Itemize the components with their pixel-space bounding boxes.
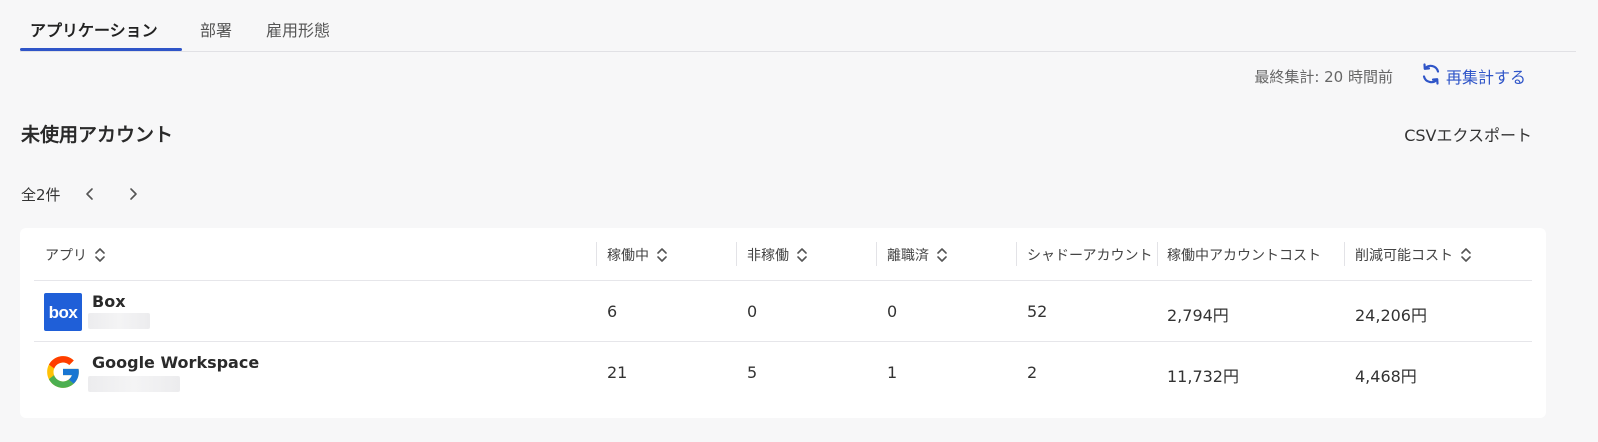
savable-cost: 4,468円 xyxy=(1355,367,1417,386)
sort-icon xyxy=(95,248,105,262)
redacted-text xyxy=(88,313,150,329)
active-account-cost: 2,794円 xyxy=(1167,306,1229,325)
app-name-link[interactable]: Google Workspace xyxy=(92,353,259,372)
column-header-active-account-cost[interactable]: 稼働中アカウントコスト xyxy=(1167,243,1333,267)
active-count: 21 xyxy=(607,363,628,382)
column-header-savable-cost[interactable]: 削減可能コスト xyxy=(1355,243,1473,267)
inactive-count: 0 xyxy=(747,302,758,321)
column-header-active[interactable]: 稼働中 xyxy=(607,243,669,267)
shadow-account-count: 52 xyxy=(1027,302,1048,321)
column-label: 離職済 xyxy=(887,248,929,264)
chevron-left-icon xyxy=(86,188,93,200)
last-aggregated-text: 最終集計: 20 時間前 xyxy=(1254,68,1393,86)
recalculate-button[interactable]: 再集計する xyxy=(1419,63,1526,89)
next-page-button[interactable] xyxy=(123,183,143,205)
chevron-right-icon xyxy=(130,188,137,200)
active-tab-indicator xyxy=(20,48,182,51)
section-title: 未使用アカウント xyxy=(21,124,174,146)
active-count: 6 xyxy=(607,302,618,321)
recalculate-label: 再集計する xyxy=(1445,68,1526,87)
column-label: 稼働中 xyxy=(607,248,649,264)
box-logo-icon: box xyxy=(44,293,82,331)
svg-text:box: box xyxy=(49,303,79,322)
unused-accounts-table: アプリ 稼働中 非稼働 離職済 シャドーアカウント 稼働中アカウントコスト 削減 xyxy=(20,228,1546,418)
result-count: 全2件 xyxy=(21,186,61,204)
table-header: アプリ 稼働中 非稼働 離職済 シャドーアカウント 稼働中アカウントコスト 削減 xyxy=(34,228,1532,281)
sort-icon xyxy=(937,248,947,262)
column-label: シャドーアカウント xyxy=(1027,248,1153,264)
column-header-app[interactable]: アプリ xyxy=(45,243,107,267)
column-divider xyxy=(1344,242,1345,266)
table-row[interactable]: box Box 6 0 0 52 2,794円 24,206円 xyxy=(34,281,1532,342)
left-company-count: 1 xyxy=(887,363,898,382)
column-divider xyxy=(1157,242,1158,266)
column-divider xyxy=(596,242,597,266)
column-header-left-company[interactable]: 離職済 xyxy=(887,243,949,267)
tab-employment-type[interactable]: 雇用形態 xyxy=(266,17,330,41)
column-label: 稼働中アカウントコスト xyxy=(1167,248,1321,264)
table-row[interactable]: Google Workspace 21 5 1 2 11,732円 4,468円 xyxy=(34,342,1532,403)
column-divider xyxy=(1016,242,1017,266)
sort-icon xyxy=(1461,248,1471,262)
savable-cost: 24,206円 xyxy=(1355,306,1427,325)
tab-applications[interactable]: アプリケーション xyxy=(30,17,158,41)
tab-bar: アプリケーション 部署 雇用形態 xyxy=(20,0,1576,52)
csv-export-button[interactable]: CSVエクスポート xyxy=(1404,122,1532,146)
column-divider xyxy=(876,242,877,266)
column-header-shadow-accounts[interactable]: シャドーアカウント xyxy=(1027,243,1157,267)
inactive-count: 5 xyxy=(747,363,758,382)
refresh-icon xyxy=(1419,62,1443,90)
left-company-count: 0 xyxy=(887,302,898,321)
app-name-link[interactable]: Box xyxy=(92,292,126,311)
prev-page-button[interactable] xyxy=(80,183,100,205)
sort-icon xyxy=(657,248,667,262)
column-divider xyxy=(736,242,737,266)
tab-departments[interactable]: 部署 xyxy=(200,17,232,41)
column-label: 非稼働 xyxy=(747,248,789,264)
shadow-account-count: 2 xyxy=(1027,363,1038,382)
column-header-inactive[interactable]: 非稼働 xyxy=(747,243,809,267)
column-label: アプリ xyxy=(45,248,87,264)
sort-icon xyxy=(797,248,807,262)
google-logo-icon xyxy=(47,356,79,388)
redacted-text xyxy=(88,376,180,392)
active-account-cost: 11,732円 xyxy=(1167,367,1239,386)
column-label: 削減可能コスト xyxy=(1355,248,1453,264)
